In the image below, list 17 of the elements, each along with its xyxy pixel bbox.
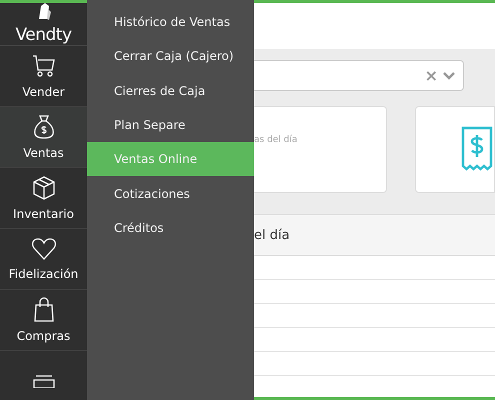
submenu-item[interactable]: Plan Separe: [87, 108, 254, 142]
submenu-item[interactable]: Cierres de Caja: [87, 74, 254, 108]
box-icon: [30, 175, 56, 201]
logo-text: Vendty: [15, 25, 72, 45]
cart-icon: [30, 53, 56, 79]
submenu-item[interactable]: Cerrar Caja (Cajero): [87, 39, 254, 74]
receipt-icon: [461, 126, 493, 172]
chevron-down-icon: [443, 72, 455, 80]
submenu-item[interactable]: Créditos: [87, 210, 254, 246]
nav-item[interactable]: Ventas: [0, 107, 87, 168]
card-caption: as del día: [254, 135, 298, 145]
submenu-item[interactable]: Histórico de Ventas: [87, 5, 254, 40]
table-title: el día: [254, 228, 290, 242]
heart-icon: [30, 237, 56, 261]
stack-icon: [32, 374, 56, 388]
shopping-bag-icon: [32, 297, 54, 323]
submenu-item[interactable]: Cotizaciones: [87, 176, 254, 211]
